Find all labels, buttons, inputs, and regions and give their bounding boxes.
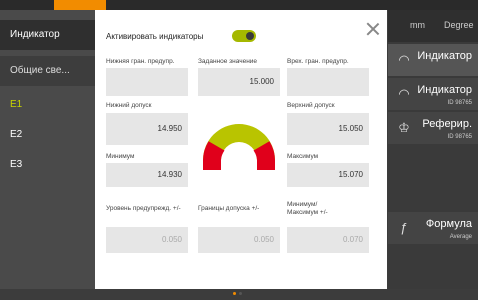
setpoint-label: Заданное значение — [198, 58, 258, 65]
right-item-reference[interactable]: ♔ Реферир. ID 98765 — [388, 112, 478, 144]
lower-tol-field[interactable]: 14.950 — [106, 113, 188, 145]
left-item-e3[interactable]: E3 — [0, 150, 95, 180]
unit-mm[interactable]: mm — [410, 20, 425, 30]
maximum-label: Максимум — [287, 153, 319, 160]
lower-warn-label: Нижняя гран. предупр. — [106, 58, 175, 65]
active-tab-indicator — [54, 0, 106, 10]
left-item-e1[interactable]: E1 — [0, 90, 95, 120]
maximum-field[interactable]: 15.070 — [287, 163, 369, 187]
left-item-e2[interactable]: E2 — [0, 120, 95, 150]
upper-tol-label: Верхний допуск — [287, 102, 335, 109]
gauge-lower-foot — [203, 160, 221, 170]
right-item-formula[interactable]: ƒ Формула Average — [388, 212, 478, 244]
lower-tol-label: Нижний допуск — [106, 102, 152, 109]
minimum-label: Минимум — [106, 153, 135, 160]
top-strip — [0, 0, 478, 10]
gauge-upper-foot — [257, 160, 275, 170]
page-indicator — [233, 282, 245, 300]
close-icon[interactable] — [366, 22, 380, 36]
right-item-indicator[interactable]: ◠ Индикатор — [388, 44, 478, 76]
minmax-field[interactable]: 0.070 — [287, 227, 369, 253]
upper-warn-label: Врех. гран. предупр. — [287, 58, 349, 65]
upper-warn-field[interactable] — [287, 68, 369, 96]
activate-toggle-label: Активировать индикаторы — [106, 32, 204, 41]
setpoint-field[interactable]: 15.000 — [198, 68, 280, 96]
unit-degree[interactable]: Degree — [444, 20, 474, 30]
minmax-label-1: Минимум/ — [287, 201, 318, 208]
tol-limits-field[interactable]: 0.050 — [198, 227, 280, 253]
page-dot[interactable] — [239, 292, 242, 295]
page-dot-active[interactable] — [233, 292, 236, 295]
left-panel-title: Индикатор — [0, 20, 95, 50]
gauge-icon: ◠ — [398, 86, 410, 101]
left-panel: Индикатор Общие све... E1 E2 E3 — [0, 10, 95, 289]
activate-toggle[interactable] — [232, 30, 256, 42]
left-item-general[interactable]: Общие све... — [0, 56, 95, 86]
minmax-label-2: Максимум +/- — [287, 209, 328, 216]
warn-level-field[interactable]: 0.050 — [106, 227, 188, 253]
formula-icon: ƒ — [400, 220, 408, 235]
gauge-icon: ◠ — [398, 52, 410, 67]
lower-warn-field[interactable] — [106, 68, 188, 96]
upper-tol-field[interactable]: 15.050 — [287, 113, 369, 145]
tolerance-gauge — [203, 124, 275, 170]
tol-limits-label: Границы допуска +/- — [198, 205, 260, 212]
warn-level-label: Уровень предупрежд. +/- — [106, 205, 181, 212]
crown-icon: ♔ — [398, 120, 410, 135]
unit-bar: mm Degree — [388, 10, 478, 42]
toggle-knob — [246, 32, 254, 40]
right-item-indicator-id[interactable]: ◠ Индикатор ID 98765 — [388, 78, 478, 110]
minimum-field[interactable]: 14.930 — [106, 163, 188, 187]
